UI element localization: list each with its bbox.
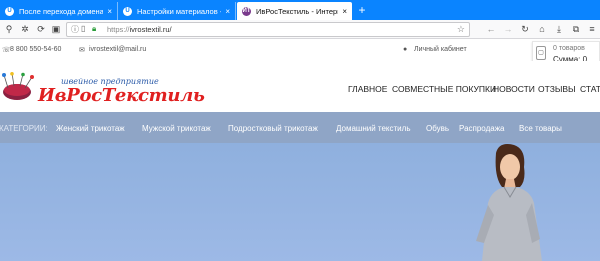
cart-icon: ▢ [536, 46, 546, 60]
mail-icon: ✉ [79, 47, 85, 54]
address-bar[interactable]: ⓘ ▯ 🔒︎ https://ivrostextil.ru/ ☆ [66, 22, 470, 37]
close-icon[interactable]: × [342, 7, 347, 16]
lock-icon[interactable]: 🔒︎ [92, 24, 96, 34]
tab-domain-transfer[interactable]: U После перехода домена на u × [0, 2, 118, 20]
url-text[interactable]: https://ivrostextil.ru/ [107, 25, 172, 34]
info-icon[interactable]: ⓘ [71, 24, 79, 35]
download-icon[interactable]: ⤓ [553, 23, 565, 35]
menu-item-articles[interactable]: СТАТ [580, 84, 600, 94]
gear-icon[interactable]: ✲ [19, 23, 31, 35]
close-icon[interactable]: × [225, 7, 230, 16]
url-host: ivrostextil.ru/ [129, 25, 172, 34]
category-sale[interactable]: Распродажа [459, 124, 505, 133]
contact-bar: ☏ 8 800 550-54-60 ✉ ivrostextil@mail.ru … [0, 40, 600, 61]
library-icon[interactable]: ▣ [50, 23, 62, 35]
reload-icon[interactable]: ↻ [519, 23, 531, 35]
url-protocol: https:// [107, 25, 130, 34]
tab-favicon: U [5, 6, 14, 16]
category-home-textile[interactable]: Домашний текстиль [336, 124, 410, 133]
logo-title[interactable]: ИвРосТекстиль [38, 85, 205, 106]
extensions-icon[interactable]: ⧉ [570, 23, 582, 35]
category-all-products[interactable]: Все товары [519, 124, 562, 133]
tab-favicon: U [123, 6, 132, 16]
menu-item-reviews[interactable]: ОТЗЫВЫ [538, 84, 576, 94]
category-womens-knitwear[interactable]: Женский трикотаж [56, 124, 125, 133]
sync-icon[interactable]: ⟳ [35, 23, 47, 35]
category-mens-knitwear[interactable]: Мужской трикотаж [142, 124, 211, 133]
category-bar: КАТЕГОРИИ: Женский трикотаж Мужской трик… [0, 112, 600, 143]
category-shoes[interactable]: Обувь [426, 124, 449, 133]
bookmark-star-icon[interactable]: ☆ [457, 24, 465, 35]
new-tab-button[interactable]: + [355, 2, 369, 18]
tab-title: Настройки материалов - Кат [137, 6, 221, 16]
email-link[interactable]: ivrostextil@mail.ru [89, 46, 146, 53]
menu-item-home[interactable]: ГЛАВНОЕ [348, 84, 387, 94]
tab-strip: U После перехода домена на u × U Настрой… [0, 0, 600, 20]
back-arrow-icon[interactable]: ← [485, 23, 497, 35]
phone-number[interactable]: 8 800 550-54-60 [10, 46, 61, 53]
home-icon[interactable]: ⌂ [536, 23, 548, 35]
model-photo [476, 144, 542, 261]
site-header: швейное предприятие ИвРосТекстиль ГЛАВНО… [0, 61, 600, 112]
menu-item-joint-purchases[interactable]: СОВМЕСТНЫЕ ПОКУПКИ [392, 84, 496, 94]
forward-arrow-icon[interactable]: → [502, 23, 514, 35]
pincushion-logo-icon[interactable] [2, 72, 36, 102]
navigation-toolbar: ⚲ ✲ ⟳ ▣ ⓘ ▯ 🔒︎ https://ivrostextil.ru/ ☆… [0, 20, 600, 39]
tab-title: ИвРосТекстиль - Интернет-м [256, 6, 338, 16]
category-teen-knitwear[interactable]: Подростковый трикотаж [228, 124, 318, 133]
close-icon[interactable]: × [107, 7, 112, 16]
tab-ivrostextil[interactable]: ИТ ИвРосТекстиль - Интернет-м × [237, 2, 352, 20]
user-icon: ● [403, 46, 408, 53]
cart-count: 0 товаров [553, 45, 585, 52]
menu-icon[interactable]: ≡ [586, 23, 598, 35]
promo-banner[interactable] [0, 143, 600, 261]
account-link[interactable]: Личный кабинет [414, 46, 467, 53]
tab-title: После перехода домена на u [19, 6, 104, 16]
categories-label: КАТЕГОРИИ: [0, 124, 48, 133]
tab-favicon: ИТ [242, 6, 251, 16]
menu-item-news[interactable]: НОВОСТИ [493, 84, 535, 94]
tracking-shield-icon[interactable]: ▯ [81, 24, 85, 33]
tab-material-settings[interactable]: U Настройки материалов - Кат × [118, 2, 236, 20]
search-icon[interactable]: ⚲ [3, 23, 15, 35]
